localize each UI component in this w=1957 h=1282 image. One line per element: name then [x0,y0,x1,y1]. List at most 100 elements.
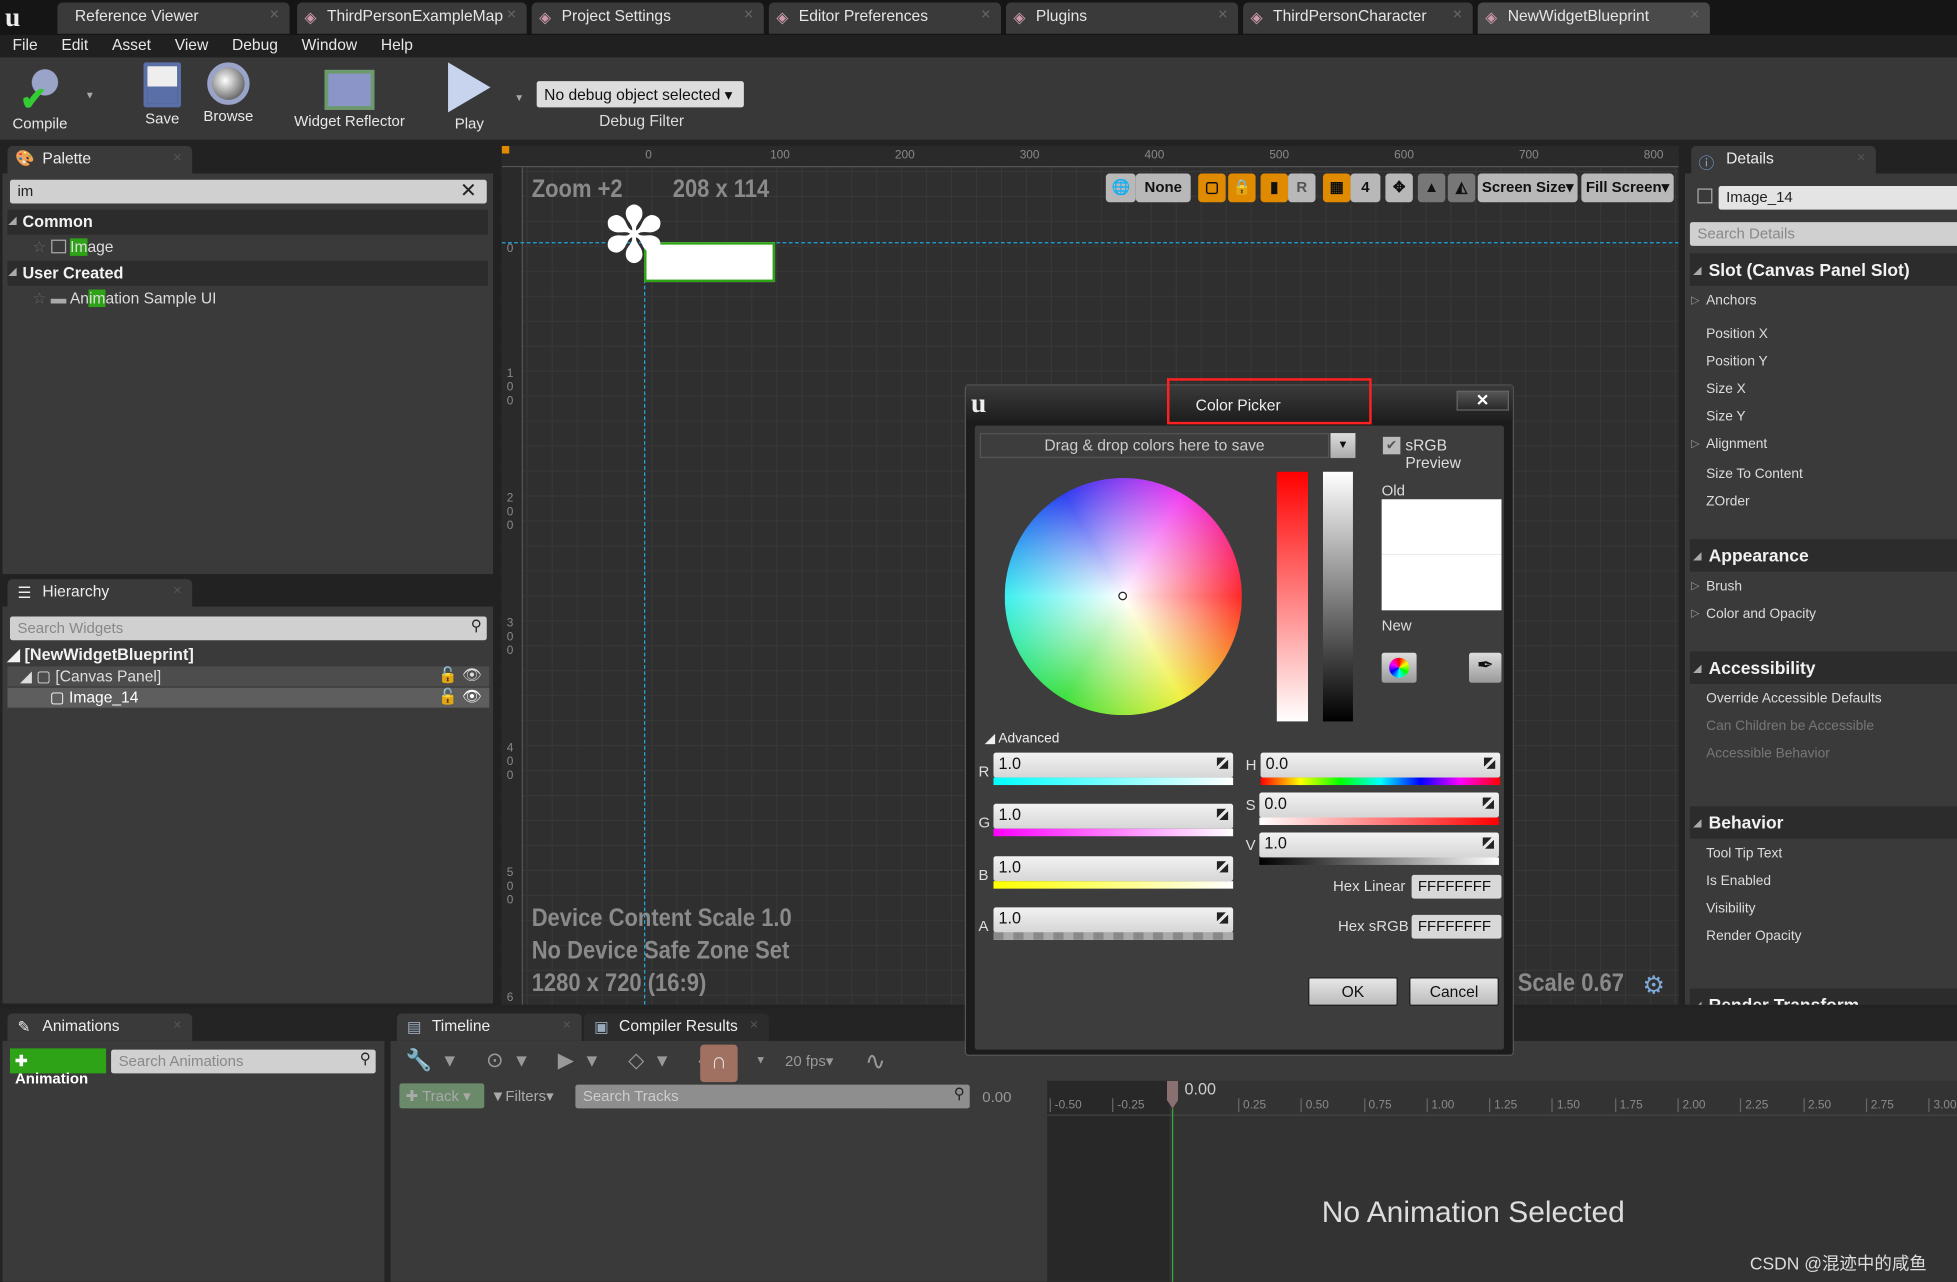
details-property-position-x[interactable]: Position X [1706,327,1768,342]
timeline-tab[interactable]: ▤ Timeline ✕ [396,1013,582,1041]
color-wheel-selector[interactable] [1118,591,1128,601]
menu-item-asset[interactable]: Asset [112,36,151,53]
r-toggle[interactable]: R [1288,173,1316,203]
anchor-flower-icon[interactable]: ✽ [602,198,667,275]
details-search-input[interactable]: Search Details [1689,222,1957,246]
window-tab[interactable]: ◈ NewWidgetBlueprint ✕ [1477,2,1710,34]
culture-dropdown[interactable]: None [1135,173,1191,203]
hex-srgb-input[interactable]: FFFFFFFF [1411,914,1502,939]
details-property-anchors[interactable]: Anchors [1691,293,1756,308]
close-icon[interactable]: ✕ [749,1018,758,1032]
widget-name-input[interactable]: Image_14 [1718,185,1957,210]
close-icon[interactable]: ✕ [981,9,991,23]
close-icon[interactable]: ✕ [506,9,516,23]
close-icon[interactable]: ✕ [173,584,182,598]
add-track-button[interactable]: ✚ Track ▾ [399,1083,485,1109]
hierarchy-tab[interactable]: ☰ Hierarchy ✕ [7,579,193,607]
save-button[interactable]: Save [137,62,187,127]
details-property-size-y[interactable]: Size Y [1706,409,1745,424]
details-property-size-x[interactable]: Size X [1706,382,1746,397]
close-button[interactable]: ✕ [1456,390,1509,411]
details-property-can-children-be-accessible[interactable]: Can Children be Accessible [1706,719,1874,734]
saturation-slider[interactable] [1276,471,1309,722]
palette-item-animation-sample-ui[interactable]: ☆ ▬ Animation Sample UI [32,288,217,307]
lock-eye-icons[interactable]: 🔓 👁 [438,688,482,707]
hierarchy-search-input[interactable]: Search Widgets ⚲ [9,616,487,641]
respect-locks-toggle[interactable]: ▮ [1260,173,1289,203]
filters-dropdown[interactable]: ▼Filters▾ [491,1087,554,1104]
details-tab[interactable]: ⓘ Details ✕ [1691,146,1876,174]
clear-search-icon[interactable]: ✕ [460,178,477,203]
fps-dropdown[interactable]: 20 fps▾ [785,1052,833,1069]
menu-item-edit[interactable]: Edit [61,36,88,53]
lock-eye-icons[interactable]: 🔓 👁 [438,666,482,685]
localization-globe-button[interactable]: 🌐 [1105,173,1136,203]
details-property-visibility[interactable]: Visibility [1706,901,1755,916]
details-property-position-y[interactable]: Position Y [1706,354,1768,369]
color-wheel[interactable] [1004,478,1242,716]
palette-category-common[interactable]: Common [7,209,489,235]
close-icon[interactable]: ✕ [743,9,753,23]
sequencer-toolbar-icons[interactable]: 🔧▾ ⊙▾ ▶▾ ◇▾ ◈ [406,1048,728,1073]
grid-size-dropdown[interactable]: 4 [1350,173,1381,203]
debug-object-dropdown[interactable]: No debug object selected ▾ [536,81,744,108]
h-field[interactable]: 0.0 [1260,752,1501,778]
fill-screen-dropdown[interactable]: Fill Screen▾ [1581,173,1674,203]
details-property-brush[interactable]: Brush [1691,579,1742,594]
close-icon[interactable]: ✕ [269,9,279,23]
browse-button[interactable]: Browse [197,62,259,125]
palette-category-user-created[interactable]: User Created [7,260,489,286]
close-icon[interactable]: ✕ [1218,9,1228,23]
details-property-is-enabled[interactable]: Is Enabled [1706,874,1771,889]
compiler-results-tab[interactable]: ▣ Compiler Results ✕ [584,1013,769,1041]
menu-item-help[interactable]: Help [381,36,413,53]
details-property-size-to-content[interactable]: Size To Content [1706,467,1803,482]
b-field[interactable]: 1.0 [993,856,1234,882]
cancel-button[interactable]: Cancel [1409,977,1499,1006]
zoom-to-fit-button[interactable]: ✥ [1385,173,1413,203]
dpi-settings-gear-icon[interactable]: ⚙ [1642,970,1664,1001]
menu-item-debug[interactable]: Debug [232,36,278,53]
grid-snap-toggle[interactable]: ▦ [1322,173,1351,203]
add-animation-button[interactable]: ✚ Animation [9,1048,107,1087]
window-tab[interactable]: ◈ ThirdPersonExampleMap ✕ [297,2,527,34]
menu-item-window[interactable]: Window [302,36,358,53]
background-toggle[interactable]: ▲ [1417,173,1446,203]
track-search-input[interactable]: Search Tracks ⚲ [575,1084,970,1109]
a-field[interactable]: 1.0 [993,907,1234,933]
hierarchy-item-image-14[interactable]: ▢ Image_14 🔓 👁 [7,687,490,708]
hex-linear-input[interactable]: FFFFFFFF [1411,874,1502,899]
curve-editor-icon[interactable]: ∿ [865,1046,886,1077]
screen-size-dropdown[interactable]: Screen Size▾ [1477,173,1578,203]
outline-toggle[interactable]: ▢ [1198,173,1226,203]
close-icon[interactable]: ✕ [173,1018,182,1032]
window-tab[interactable]: ◈ Editor Preferences ✕ [768,2,1001,34]
window-tab[interactable]: Reference Viewer ✕ [57,2,290,34]
snap-dropdown[interactable]: ▼ [755,1053,766,1065]
close-icon[interactable]: ✕ [1452,9,1462,23]
compile-button[interactable]: ✔ Compile [7,62,72,132]
favorite-star-icon[interactable]: ☆ [32,238,46,255]
details-property-override-accessible-defaults[interactable]: Override Accessible Defaults [1706,691,1882,706]
details-property-accessible-behavior[interactable]: Accessible Behavior [1706,746,1830,761]
window-tab[interactable]: ◈ Plugins ✕ [1005,2,1239,34]
animations-search-input[interactable]: Search Animations ⚲ [111,1049,376,1074]
play-button[interactable]: Play [442,62,497,132]
hierarchy-item-canvas-panel[interactable]: ◢ ▢ [Canvas Panel] 🔓 👁 [7,666,490,687]
palette-search-input[interactable]: im ✕ [9,178,487,204]
play-options-dropdown[interactable]: ▼ [514,92,524,103]
details-property-tool-tip-text[interactable]: Tool Tip Text [1706,846,1782,861]
menu-item-file[interactable]: File [12,36,37,53]
details-property-zorder[interactable]: ZOrder [1706,494,1749,509]
details-section-appearance[interactable]: Appearance [1689,539,1957,572]
animations-tab[interactable]: ✎ Animations ✕ [7,1013,193,1041]
close-icon[interactable]: ✕ [562,1018,571,1032]
palette-item-image[interactable]: ☆ Image [32,237,114,256]
eyedropper-button[interactable]: ✒ [1469,652,1502,683]
value-slider[interactable] [1322,471,1353,722]
details-property-color-and-opacity[interactable]: Color and Opacity [1691,607,1816,622]
s-field[interactable]: 0.0 [1259,792,1499,818]
details-section-render-transform[interactable]: Render Transform [1689,988,1957,1005]
palette-tab[interactable]: 🎨 Palette ✕ [7,146,193,174]
hierarchy-root[interactable]: ◢ [NewWidgetBlueprint] [7,645,193,665]
